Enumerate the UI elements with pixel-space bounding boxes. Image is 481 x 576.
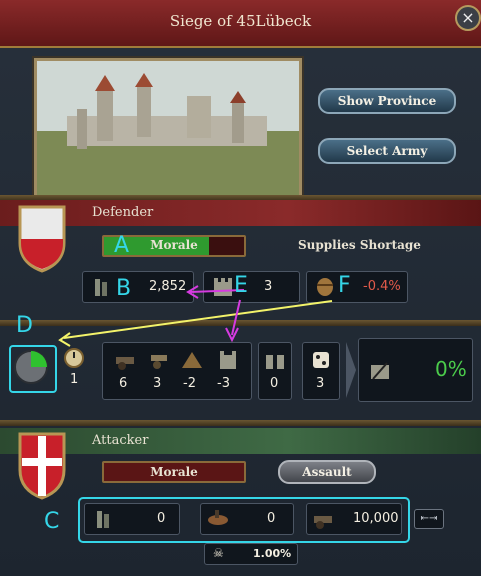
annotation-label-e: E bbox=[234, 273, 248, 298]
annotation-arrowhead-yellow bbox=[58, 332, 71, 347]
annotation-label-c: C bbox=[44, 509, 60, 534]
annotation-label-d: D bbox=[16, 313, 33, 338]
annotation-label-b: B bbox=[116, 276, 132, 301]
annotation-arrow-yellow bbox=[63, 300, 333, 339]
annotation-label-a: A bbox=[114, 233, 130, 258]
annotation-arrow-magenta-down bbox=[231, 299, 241, 336]
annotation-label-f: F bbox=[338, 273, 351, 298]
